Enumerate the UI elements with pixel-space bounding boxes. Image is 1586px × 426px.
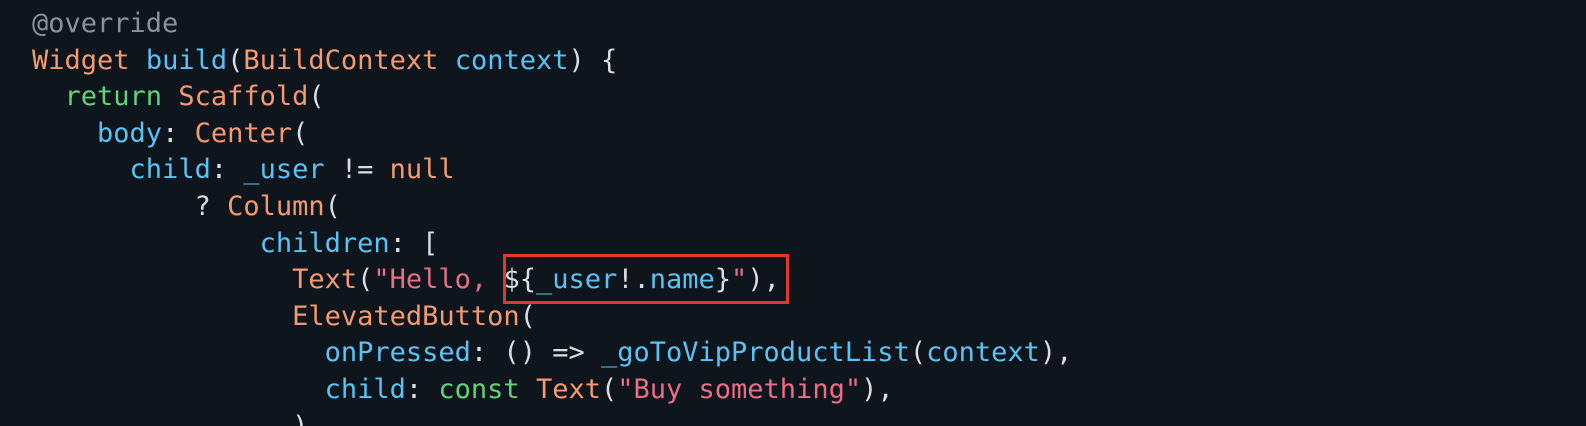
code-token: null [389, 154, 455, 186]
code-line: return Scaffold( [32, 79, 325, 115]
code-line: Widget build(BuildContext context) { [32, 43, 617, 79]
code-token: : () => [470, 337, 601, 369]
code-line: onPressed: () => _goToVipProductList(con… [32, 335, 1073, 371]
code-token: @override [32, 8, 179, 39]
code-editor[interactable]: @override Widget build(BuildContext conte… [0, 0, 1586, 426]
code-token: ( [308, 81, 325, 113]
code-token: children [259, 227, 390, 259]
code-token: ? [32, 191, 228, 222]
code-line: ElevatedButton( [32, 299, 536, 335]
code-token: ( [519, 300, 536, 332]
code-token: _goToVipProductList [600, 337, 910, 369]
code-token: Widget [32, 44, 130, 76]
code-token: ( [357, 264, 374, 296]
code-token: Scaffold [178, 81, 309, 113]
code-token: name [649, 264, 715, 296]
code-token: ( [600, 374, 618, 405]
code-token: "Buy something" [617, 374, 862, 405]
code-token: return [64, 81, 163, 113]
code-token: !. [617, 264, 650, 296]
code-token: "Hello, [373, 264, 504, 296]
code-token: context [454, 44, 569, 76]
code-token: ( [227, 44, 244, 76]
code-token: context [926, 337, 1040, 369]
code-token: ElevatedButton [292, 300, 520, 332]
code-token: " [731, 264, 748, 296]
code-token: _user [535, 264, 618, 296]
code-line: ? Column( [32, 189, 341, 225]
code-token: ( [324, 191, 341, 222]
code-token: child [129, 154, 211, 186]
code-line: Text("Hello, ${_user!.name}"), [32, 262, 780, 298]
code-token: ), [861, 374, 894, 405]
code-line: @override [32, 6, 178, 42]
code-token: ${ [503, 264, 536, 296]
code-token: ( [292, 117, 309, 149]
code-token: Text [535, 374, 601, 405]
code-token: body [97, 117, 163, 149]
code-token: ), [32, 411, 325, 426]
code-token: ), [1039, 337, 1073, 369]
code-line: child: _user != null [32, 152, 455, 188]
code-token: Center [194, 117, 293, 149]
code-token: != [324, 154, 390, 186]
code-line: children: [ [32, 226, 439, 262]
code-line: ), [32, 409, 325, 426]
code-token: : [ [389, 227, 439, 259]
code-token: : [162, 117, 195, 149]
code-token: _user [243, 154, 325, 186]
code-line: child: const Text("Buy something"), [32, 372, 894, 408]
code-token: build [145, 44, 228, 76]
code-token: ) { [568, 44, 618, 76]
code-line: body: Center( [32, 116, 308, 152]
code-token: BuildContext [243, 44, 439, 76]
code-token: : [405, 374, 439, 405]
code-token: onPressed [324, 337, 471, 369]
code-token: ), [747, 264, 780, 296]
code-token: ( [909, 337, 927, 369]
code-token: : [210, 154, 244, 186]
code-token: Column [227, 191, 325, 222]
code-token: child [324, 374, 406, 405]
code-token: const [438, 374, 520, 405]
code-token: Text [292, 264, 358, 296]
code-token: } [714, 264, 732, 296]
